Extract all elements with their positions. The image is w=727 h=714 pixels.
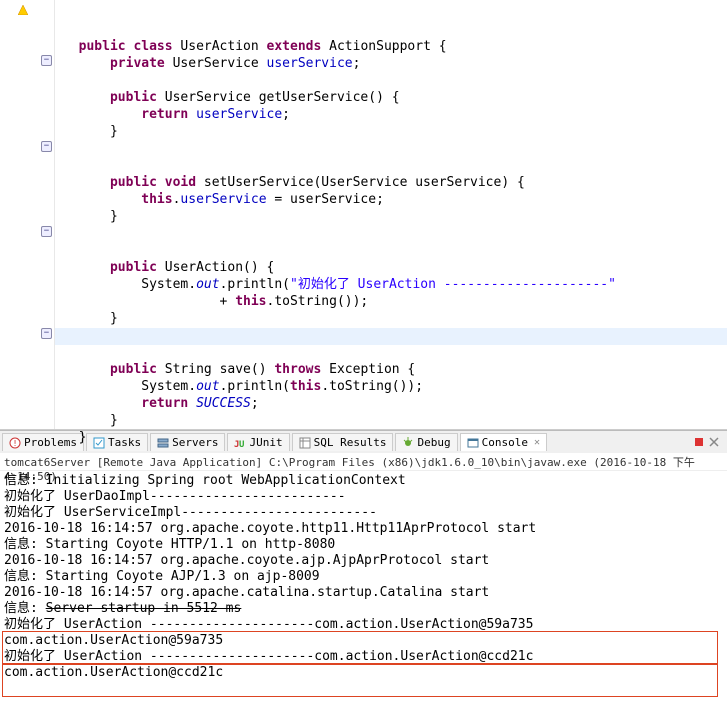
console-line: 信息: Initializing Spring root WebApplicat… — [4, 473, 723, 489]
svg-text:!: ! — [13, 439, 18, 448]
problems-icon: ! — [9, 437, 21, 449]
console-line: 2016-10-18 16:14:57 org.apache.coyote.aj… — [4, 553, 723, 569]
fold-toggle-icon[interactable]: − — [41, 141, 52, 152]
console-line: 初始化了 UserServiceImpl--------------------… — [4, 505, 723, 521]
source-code: public class UserAction extends ActionSu… — [63, 38, 727, 446]
fold-toggle-icon[interactable]: − — [41, 55, 52, 66]
console-line: 初始化了 UserDaoImpl------------------------… — [4, 489, 723, 505]
editor-gutter: − − − − — [0, 0, 55, 429]
warning-marker-icon — [18, 4, 28, 14]
fold-toggle-icon[interactable]: − — [41, 328, 52, 339]
console-line: com.action.UserAction@59a735 — [4, 633, 723, 649]
console-line: 信息: Starting Coyote AJP/1.3 on ajp-8009 — [4, 569, 723, 585]
console-line: 2016-10-18 16:14:57 org.apache.catalina.… — [4, 585, 723, 601]
java-editor[interactable]: − − − − public class UserAction extends … — [0, 0, 727, 430]
console-line: 2016-10-18 16:14:57 org.apache.coyote.ht… — [4, 521, 723, 537]
fold-toggle-icon[interactable]: − — [41, 226, 52, 237]
code-body[interactable]: public class UserAction extends ActionSu… — [55, 0, 727, 429]
console-output[interactable]: 信息: Initializing Spring root WebApplicat… — [0, 471, 727, 683]
console-line: 信息: Starting Coyote HTTP/1.1 on http-808… — [4, 537, 723, 553]
console-line: 初始化了 UserAction ---------------------com… — [4, 617, 723, 633]
console-line: 初始化了 UserAction ---------------------com… — [4, 649, 723, 665]
console-line: com.action.UserAction@ccd21c — [4, 665, 723, 681]
console-line: 信息: Server startup in 5512 ms — [4, 601, 723, 617]
